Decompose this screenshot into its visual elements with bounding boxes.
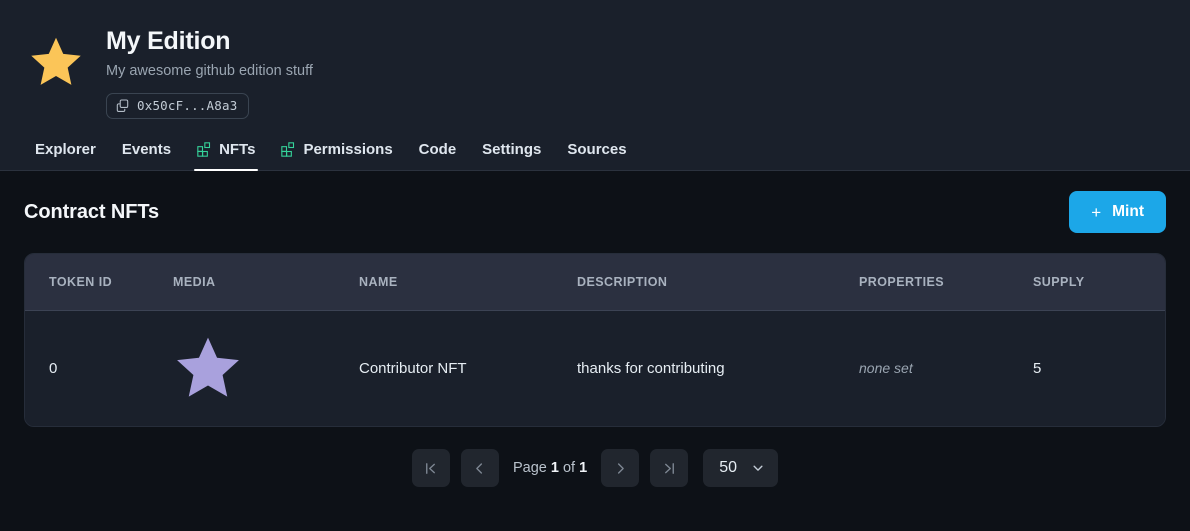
tab-explorer[interactable]: Explorer (24, 128, 109, 170)
table-header-row: TOKEN ID MEDIA NAME DESCRIPTION PROPERTI… (25, 254, 1165, 310)
properties-none-set: none set (859, 360, 913, 376)
cell-properties: none set (859, 310, 1033, 426)
column-header-supply: SUPPLY (1033, 254, 1165, 310)
tab-label: NFTs (219, 141, 255, 158)
mint-button[interactable]: + Mint (1069, 191, 1166, 233)
column-header-properties: PROPERTIES (859, 254, 1033, 310)
first-page-button[interactable] (412, 449, 450, 487)
copy-address-button[interactable]: 0x50cF...A8a3 (106, 93, 249, 119)
contract-header: My Edition My awesome github edition stu… (0, 0, 1190, 128)
first-page-icon (423, 461, 438, 476)
page-indicator: Page 1 of 1 (510, 460, 590, 476)
page-prefix: Page (513, 460, 551, 476)
contract-address: 0x50cF...A8a3 (137, 98, 237, 113)
page-size-select[interactable]: 50 (703, 449, 778, 487)
main-content: Contract NFTs + Mint TOKEN ID MEDIA NAME… (0, 171, 1190, 487)
current-page: 1 (551, 460, 559, 476)
column-header-name: NAME (359, 254, 577, 310)
last-page-icon (662, 461, 677, 476)
column-header-token-id: TOKEN ID (25, 254, 173, 310)
tab-events[interactable]: Events (109, 128, 184, 170)
total-pages: 1 (579, 460, 587, 476)
chevron-right-icon (613, 461, 628, 476)
column-header-description: DESCRIPTION (577, 254, 859, 310)
plus-icon: + (1091, 204, 1101, 221)
tab-permissions[interactable]: Permissions (268, 128, 405, 170)
grid-icon (197, 142, 212, 157)
star-icon (173, 333, 359, 403)
contract-description: My awesome github edition stuff (106, 61, 313, 83)
page-middle: of (559, 460, 579, 476)
tab-label: Settings (482, 141, 541, 158)
nft-table: TOKEN ID MEDIA NAME DESCRIPTION PROPERTI… (24, 253, 1166, 427)
copy-icon (116, 99, 129, 112)
cell-name: Contributor NFT (359, 310, 577, 426)
tab-nav: Explorer Events NFTs Permissions Cod (0, 128, 1190, 171)
tab-label: Sources (567, 141, 626, 158)
chevron-down-icon (751, 461, 765, 475)
tab-nfts[interactable]: NFTs (184, 128, 268, 170)
chevron-left-icon (472, 461, 487, 476)
page-size-value: 50 (719, 459, 737, 477)
tab-label: Explorer (35, 141, 96, 158)
mint-button-label: Mint (1112, 203, 1144, 221)
tab-sources[interactable]: Sources (554, 128, 639, 170)
cell-description: thanks for contributing (577, 310, 859, 426)
last-page-button[interactable] (650, 449, 688, 487)
tab-label: Events (122, 141, 171, 158)
cell-media (173, 310, 359, 426)
cell-supply: 5 (1033, 310, 1165, 426)
pagination: Page 1 of 1 50 (24, 427, 1166, 487)
grid-icon (281, 142, 296, 157)
next-page-button[interactable] (601, 449, 639, 487)
page-title: My Edition (106, 26, 313, 56)
section-header: Contract NFTs + Mint (24, 171, 1166, 253)
column-header-media: MEDIA (173, 254, 359, 310)
section-title: Contract NFTs (24, 201, 159, 224)
cell-token-id: 0 (25, 310, 173, 426)
tab-label: Code (419, 141, 457, 158)
tab-settings[interactable]: Settings (469, 128, 554, 170)
prev-page-button[interactable] (461, 449, 499, 487)
tab-label: Permissions (303, 141, 392, 158)
contract-avatar (24, 30, 88, 94)
star-icon (28, 34, 84, 90)
tab-code[interactable]: Code (406, 128, 470, 170)
table-row[interactable]: 0 Contributor NFT thanks for contributin… (25, 310, 1165, 426)
contract-meta: My Edition My awesome github edition stu… (106, 18, 313, 119)
